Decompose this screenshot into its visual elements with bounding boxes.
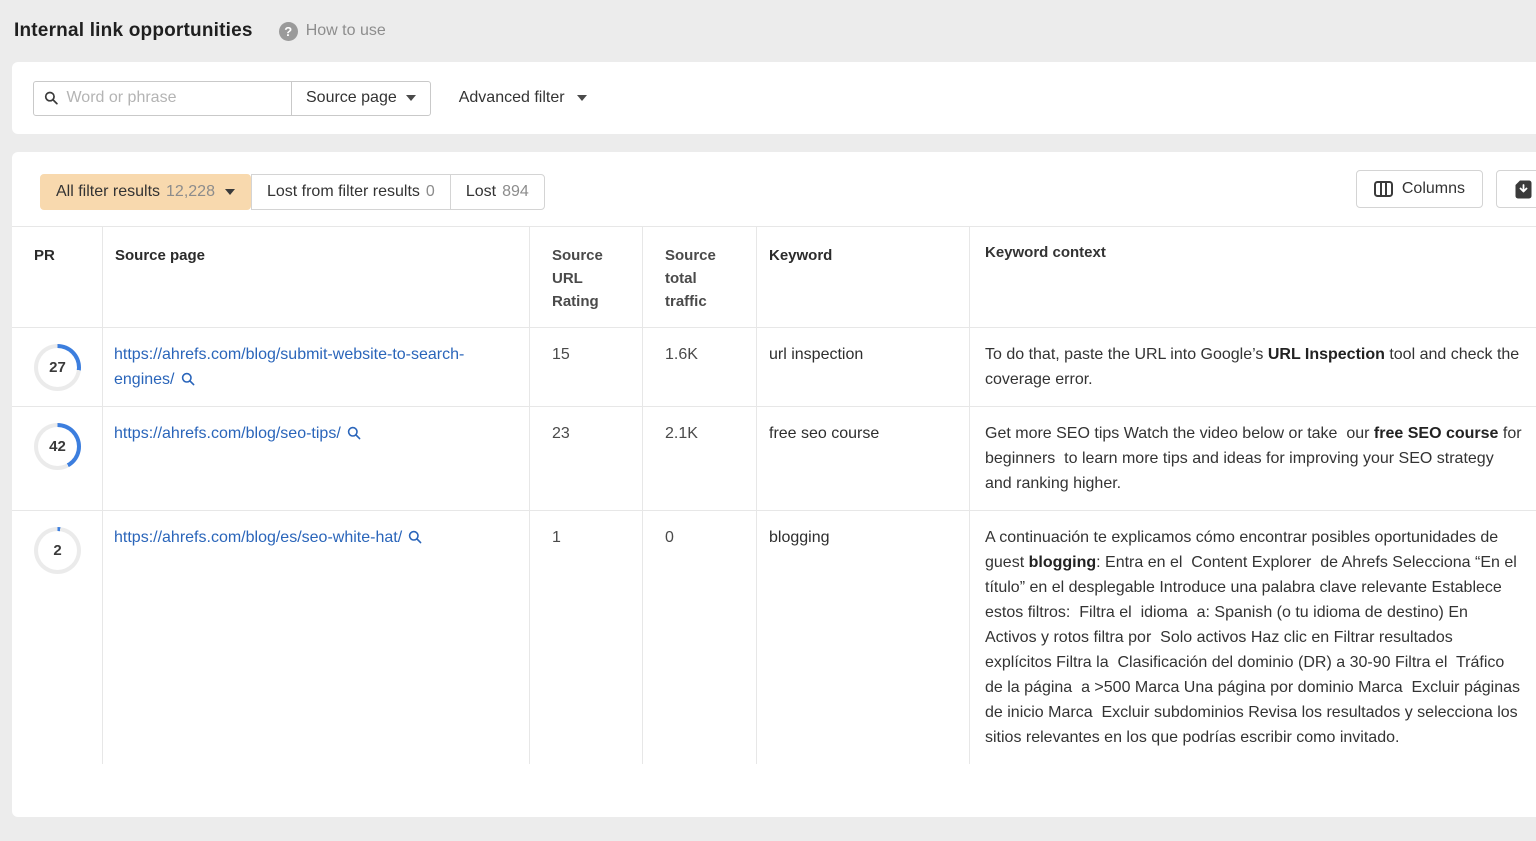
tab-all-filter-results[interactable]: All filter results 12,228	[40, 174, 251, 210]
pr-value: 2	[38, 531, 77, 570]
search-icon	[44, 90, 58, 106]
pr-cell: 42	[12, 407, 103, 510]
chevron-down-icon	[225, 189, 235, 195]
pr-cell: 2	[12, 511, 103, 764]
page-title: Internal link opportunities	[14, 20, 253, 42]
header-pr[interactable]: PR	[12, 227, 103, 327]
keyword-context-cell: A continuación te explicamos cómo encont…	[970, 511, 1536, 764]
export-button[interactable]	[1496, 170, 1536, 208]
header-keyword[interactable]: Keyword	[757, 227, 970, 327]
source-page-url: https://ahrefs.com/blog/submit-website-t…	[114, 346, 464, 388]
keyword-cell: free seo course	[757, 407, 970, 510]
how-to-use-link[interactable]: ? How to use	[279, 22, 386, 41]
columns-button[interactable]: Columns	[1356, 170, 1483, 208]
keyword-cell: url inspection	[757, 328, 970, 406]
chevron-down-icon	[577, 95, 587, 101]
header-keyword-context[interactable]: Keyword context	[970, 227, 1536, 327]
columns-icon	[1374, 181, 1393, 197]
results-panel: All filter results 12,228 Lost from filt…	[12, 152, 1536, 817]
search-box	[34, 82, 291, 115]
pr-donut-badge: 2	[34, 527, 81, 574]
export-file-icon	[1515, 180, 1532, 199]
source-total-traffic-cell: 2.1K	[643, 407, 757, 510]
tab-count: 12,228	[166, 183, 215, 201]
table-row: 42 https://ahrefs.com/blog/seo-tips/ 23 …	[12, 407, 1536, 511]
source-page-cell: https://ahrefs.com/blog/es/seo-white-hat…	[103, 511, 530, 764]
pr-value: 42	[38, 427, 77, 466]
pr-cell: 27	[12, 328, 103, 406]
search-input[interactable]	[66, 89, 281, 107]
source-url-rating-cell: 1	[530, 511, 643, 764]
source-page-cell: https://ahrefs.com/blog/submit-website-t…	[103, 328, 530, 406]
page-header: Internal link opportunities ? How to use	[0, 0, 1536, 62]
header-source-total-traffic[interactable]: Source total traffic	[643, 227, 757, 327]
scope-dropdown-label: Source page	[306, 89, 397, 107]
source-url-rating-cell: 15	[530, 328, 643, 406]
keyword-cell: blogging	[757, 511, 970, 764]
filter-tabbar: All filter results 12,228 Lost from filt…	[12, 152, 1536, 226]
chevron-down-icon	[406, 95, 416, 101]
magnifier-icon[interactable]	[181, 372, 195, 386]
header-source-page[interactable]: Source page	[103, 227, 530, 327]
source-page-url: https://ahrefs.com/blog/seo-tips/	[114, 425, 341, 442]
source-page-cell: https://ahrefs.com/blog/seo-tips/	[103, 407, 530, 510]
tab-count: 0	[426, 183, 435, 201]
source-total-traffic-cell: 0	[643, 511, 757, 764]
advanced-filter-button[interactable]: Advanced filter	[459, 89, 587, 107]
tab-lost-from-filter-results[interactable]: Lost from filter results 0	[251, 174, 450, 210]
tab-label: Lost	[466, 183, 496, 201]
table-body: 27 https://ahrefs.com/blog/submit-websit…	[12, 328, 1536, 764]
scope-dropdown-button[interactable]: Source page	[291, 82, 430, 115]
header-source-url-rating[interactable]: Source URL Rating	[530, 227, 643, 327]
results-table: PR Source page Source URL Rating Source …	[12, 226, 1536, 764]
pr-value: 27	[38, 348, 77, 387]
advanced-filter-label: Advanced filter	[459, 89, 565, 107]
columns-button-label: Columns	[1402, 180, 1465, 198]
how-to-use-label: How to use	[306, 22, 386, 40]
filter-toolbar: Source page Advanced filter	[12, 62, 1536, 134]
source-page-link[interactable]: https://ahrefs.com/blog/seo-tips/	[114, 425, 361, 442]
help-question-icon: ?	[279, 22, 298, 41]
pr-donut-badge: 42	[34, 423, 81, 470]
source-page-link[interactable]: https://ahrefs.com/blog/submit-website-t…	[114, 346, 464, 388]
tab-label: Lost from filter results	[267, 183, 420, 201]
search-group: Source page	[33, 81, 431, 116]
tab-lost[interactable]: Lost 894	[450, 174, 545, 210]
tab-label: All filter results	[56, 183, 160, 201]
keyword-context-cell: To do that, paste the URL into Google’s …	[970, 328, 1536, 406]
table-header-row: PR Source page Source URL Rating Source …	[12, 227, 1536, 328]
source-page-url: https://ahrefs.com/blog/es/seo-white-hat…	[114, 529, 402, 546]
magnifier-icon[interactable]	[347, 426, 361, 440]
pr-donut-badge: 27	[34, 344, 81, 391]
source-url-rating-cell: 23	[530, 407, 643, 510]
table-row: 2 https://ahrefs.com/blog/es/seo-white-h…	[12, 511, 1536, 764]
source-total-traffic-cell: 1.6K	[643, 328, 757, 406]
keyword-context-cell: Get more SEO tips Watch the video below …	[970, 407, 1536, 510]
magnifier-icon[interactable]	[408, 530, 422, 544]
table-row: 27 https://ahrefs.com/blog/submit-websit…	[12, 328, 1536, 407]
source-page-link[interactable]: https://ahrefs.com/blog/es/seo-white-hat…	[114, 529, 422, 546]
tab-count: 894	[502, 183, 529, 201]
table-actions: Columns	[1356, 170, 1536, 208]
